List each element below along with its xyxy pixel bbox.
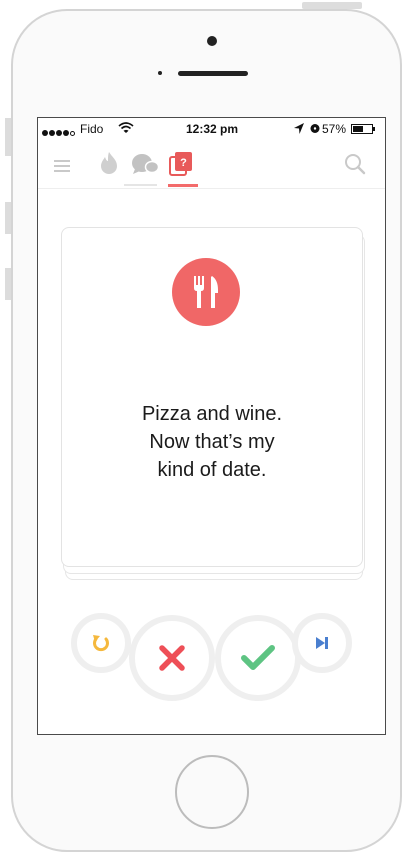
quiz-tab-indicator — [168, 184, 198, 187]
battery-tip — [373, 127, 375, 131]
search-icon[interactable] — [344, 153, 366, 180]
power-button — [302, 2, 362, 9]
signal-strength-icon — [42, 125, 76, 139]
nope-button[interactable] — [129, 615, 215, 701]
carrier-name: Fido — [80, 122, 104, 136]
battery-icon — [351, 124, 373, 134]
chat-tab-indicator — [124, 184, 157, 186]
undo-button[interactable] — [71, 613, 131, 673]
alarm-icon — [309, 121, 321, 138]
status-time: 12:32 pm — [186, 122, 239, 136]
wifi-icon — [118, 121, 134, 138]
top-nav-bar: ? — [38, 140, 385, 189]
location-arrow-icon — [293, 121, 305, 138]
flame-icon[interactable] — [100, 151, 118, 180]
battery-percentage: 57% — [322, 122, 347, 136]
card-message: Pizza and wine. Now that’s my kind of da… — [141, 403, 283, 481]
like-button[interactable] — [215, 615, 301, 701]
skip-button[interactable] — [292, 613, 352, 673]
quiz-card-icon[interactable]: ? — [169, 151, 193, 182]
home-button[interactable] — [175, 755, 249, 829]
app-screen: Fido 12:32 pm 57% ? Pizza and wine. Now … — [37, 117, 386, 735]
status-bar: Fido 12:32 pm 57% — [38, 118, 385, 140]
question-card[interactable]: Pizza and wine. Now that’s my kind of da… — [61, 227, 363, 567]
chat-icon[interactable] — [131, 153, 160, 180]
proximity-sensor — [158, 71, 162, 75]
menu-icon[interactable] — [54, 159, 70, 177]
quiz-icon-glyph: ? — [180, 157, 187, 169]
earpiece-speaker — [178, 71, 248, 76]
fork-knife-icon — [172, 258, 240, 326]
front-camera — [207, 36, 217, 46]
